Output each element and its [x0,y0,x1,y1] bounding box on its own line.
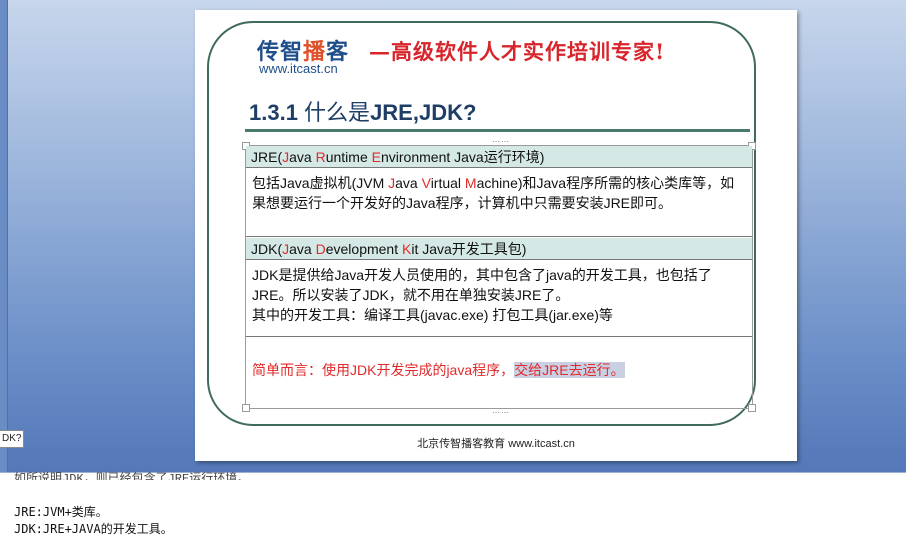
notes-cut-line: 如所说明JDK，则已经包含了JRE运行环境。 [14,472,250,480]
slide-title[interactable]: 1.3.1 什么是JRE,JDK? [249,95,476,127]
jdk-description: JDK是提供给Java开发人员使用的，其中包含了java的开发工具，也包括了JR… [252,267,712,303]
notes-line-2: JDK:JRE+JAVA的开发工具。 [14,522,173,536]
slide-thumbnail-pane-edge[interactable] [0,0,8,472]
table-row-jre-body: 包括Java虚拟机(JVM Java Virtual Machine)和Java… [246,169,752,237]
table-row-jdk-header: JDK(Java Development Kit Java开发工具包) [246,238,752,260]
logo-url: www.itcast.cn [259,61,338,76]
content-table[interactable]: ⋯⋯ ⋯⋯ JRE(Java Runtime Environment Java运… [242,137,756,417]
jdk-tools: 其中的开发工具：编译工具(javac.exe) 打包工具(jar.exe)等 [252,307,613,323]
slogan: —高级软件人才实作培训专家! [369,39,666,64]
slide-footer: 北京传智播客教育 www.itcast.cn [417,438,575,450]
table-row-summary: 简单而言：使用JDK开发完成的java程序，交给JRE去运行。 [252,362,625,378]
notes-pane[interactable]: 如所说明JDK，则已经包含了JRE运行环境。 JRE:JVM+类库。 JDK:J… [0,472,906,541]
slide-canvas[interactable]: 传智播客 www.itcast.cn —高级软件人才实作培训专家! 1.3.1 … [195,10,797,461]
notes-line-1: JRE:JVM+类库。 [14,505,108,519]
title-underline [245,129,750,132]
table-row-jre-header: JRE(Java Runtime Environment Java运行环境) [246,146,752,168]
resize-handle-bottom[interactable]: ⋯⋯ [492,408,510,417]
selected-text[interactable]: 交给JRE去运行。 [514,362,625,378]
thumbnail-tab[interactable]: DK? [0,430,25,448]
table-row-jdk-body: JDK是提供给Java开发人员使用的，其中包含了java的开发工具，也包括了JR… [246,261,752,337]
resize-handle-top[interactable]: ⋯⋯ [492,137,510,146]
